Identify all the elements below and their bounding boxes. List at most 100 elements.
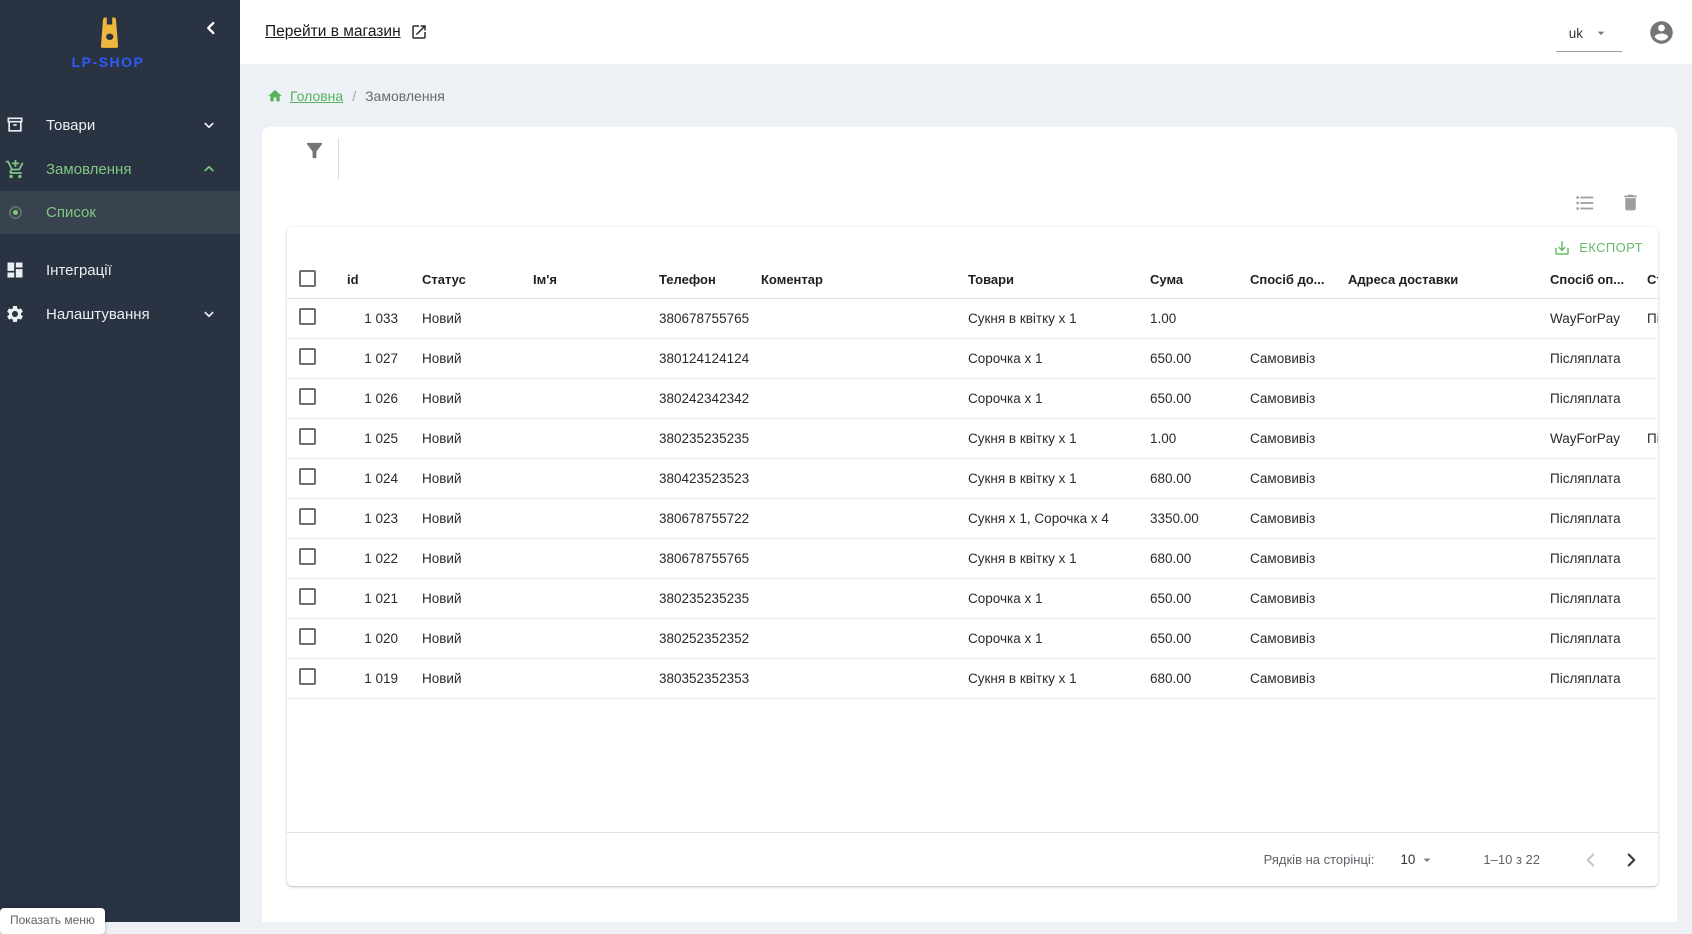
row-checkbox[interactable]: [299, 468, 316, 485]
rows-per-page-select[interactable]: 10: [1400, 852, 1435, 868]
table-row[interactable]: 1 021 Новий 380235235235 Сорочка x 1 650…: [287, 578, 1658, 618]
row-checkbox[interactable]: [299, 428, 316, 445]
next-page-button[interactable]: [1620, 849, 1642, 871]
cell-id: 1 020: [335, 618, 410, 658]
caret-down-icon: [1593, 25, 1609, 41]
topbar-right: uk: [1556, 0, 1692, 64]
cell-name: [521, 618, 647, 658]
cell-goods: Сукня в квітку x 1: [956, 658, 1138, 698]
cell-phone: 380678755765: [647, 538, 749, 578]
cell-goods: Сорочка x 1: [956, 618, 1138, 658]
cell-address: [1336, 618, 1538, 658]
table-row[interactable]: 1 026 Новий 380242342342 Сорочка x 1 650…: [287, 378, 1658, 418]
list-view-icon[interactable]: [1574, 192, 1596, 214]
user-avatar-button[interactable]: [1648, 19, 1675, 46]
cell-comment: [749, 498, 956, 538]
column-header-delivery[interactable]: Спосіб до...: [1238, 262, 1336, 298]
breadcrumb-home-label: Головна: [290, 88, 343, 104]
table-row[interactable]: 1 033 Новий 380678755765 Сукня в квітку …: [287, 298, 1658, 338]
filter-icon: [303, 139, 326, 162]
column-header-sum[interactable]: Сума: [1138, 262, 1238, 298]
cell-paystatus: Пі: [1635, 418, 1658, 458]
content-panel: ЕКСПОРТ id Статус Ім'я Телефон: [262, 127, 1677, 922]
dashboard-icon: [4, 260, 26, 280]
sidebar-item-products[interactable]: Товари: [0, 103, 240, 147]
cell-address: [1336, 578, 1538, 618]
cell-address: [1336, 498, 1538, 538]
cell-phone: 380235235235: [647, 578, 749, 618]
cell-address: [1336, 658, 1538, 698]
column-header-status[interactable]: Статус: [410, 262, 521, 298]
breadcrumb-current: Замовлення: [365, 88, 445, 104]
row-select-cell: [287, 578, 335, 618]
row-checkbox[interactable]: [299, 588, 316, 605]
cell-id: 1 033: [335, 298, 410, 338]
cell-address: [1336, 298, 1538, 338]
row-checkbox[interactable]: [299, 348, 316, 365]
cell-sum: 680.00: [1138, 538, 1238, 578]
row-checkbox[interactable]: [299, 668, 316, 685]
row-checkbox[interactable]: [299, 508, 316, 525]
language-select[interactable]: uk: [1556, 20, 1622, 52]
cell-status: Новий: [410, 658, 521, 698]
cell-status: Новий: [410, 498, 521, 538]
table-row[interactable]: 1 027 Новий 380124124124 Сорочка x 1 650…: [287, 338, 1658, 378]
column-header-id[interactable]: id: [335, 262, 410, 298]
chevron-down-icon: [200, 305, 218, 323]
previous-page-button[interactable]: [1580, 849, 1602, 871]
cell-sum: 650.00: [1138, 338, 1238, 378]
cell-paystatus: [1635, 618, 1658, 658]
shop-bag-logo-icon: [96, 16, 123, 50]
sidebar-item-label: Інтеграції: [46, 262, 240, 279]
cell-paystatus: Пі: [1635, 298, 1658, 338]
radio-dot-icon: [4, 205, 26, 220]
sidebar-item-settings[interactable]: Налаштування: [0, 292, 240, 336]
logo-text: LP-SHOP: [0, 54, 216, 70]
row-checkbox[interactable]: [299, 628, 316, 645]
column-header-payment[interactable]: Спосіб оп...: [1538, 262, 1635, 298]
column-header-goods[interactable]: Товари: [956, 262, 1138, 298]
language-value: uk: [1569, 26, 1583, 41]
download-icon: [1553, 239, 1571, 257]
cell-name: [521, 338, 647, 378]
column-header-comment[interactable]: Коментар: [749, 262, 956, 298]
cell-sum: 680.00: [1138, 658, 1238, 698]
table-row[interactable]: 1 022 Новий 380678755765 Сукня в квітку …: [287, 538, 1658, 578]
breadcrumb-home-link[interactable]: Головна: [267, 88, 343, 104]
cell-goods: Сукня в квітку x 1: [956, 418, 1138, 458]
sidebar-item-orders[interactable]: Замовлення: [0, 147, 240, 191]
column-header-name[interactable]: Ім'я: [521, 262, 647, 298]
cell-status: Новий: [410, 578, 521, 618]
table-row[interactable]: 1 023 Новий 380678755722 Сукня x 1, Соро…: [287, 498, 1658, 538]
column-header-paystatus[interactable]: Ст: [1635, 262, 1658, 298]
table-row[interactable]: 1 024 Новий 380423523523 Сукня в квітку …: [287, 458, 1658, 498]
table-row[interactable]: 1 025 Новий 380235235235 Сукня в квітку …: [287, 418, 1658, 458]
trash-icon[interactable]: [1620, 192, 1641, 214]
cell-id: 1 022: [335, 538, 410, 578]
pagination-bar: Рядків на сторінці: 10 1–10 з 22: [287, 832, 1658, 886]
table-row[interactable]: 1 019 Новий 380352352353 Сукня в квітку …: [287, 658, 1658, 698]
column-header-phone[interactable]: Телефон: [647, 262, 749, 298]
sidebar-item-integrations[interactable]: Інтеграції: [0, 248, 240, 292]
row-checkbox[interactable]: [299, 388, 316, 405]
table-row[interactable]: 1 020 Новий 380252352352 Сорочка x 1 650…: [287, 618, 1658, 658]
row-checkbox[interactable]: [299, 308, 316, 325]
go-to-store-link[interactable]: Перейти в магазин: [265, 23, 428, 41]
sidebar-collapse-button[interactable]: [200, 16, 222, 40]
cell-goods: Сукня в квітку x 1: [956, 298, 1138, 338]
cell-paystatus: [1635, 658, 1658, 698]
orders-table-body: 1 033 Новий 380678755765 Сукня в квітку …: [287, 298, 1658, 698]
row-select-cell: [287, 338, 335, 378]
sidebar-item-orders-list[interactable]: Список: [0, 191, 240, 234]
sidebar-item-label: Замовлення: [46, 161, 200, 178]
cell-delivery: Самовивіз: [1238, 658, 1336, 698]
filter-button[interactable]: [303, 139, 326, 162]
column-header-address[interactable]: Адреса доставки: [1336, 262, 1538, 298]
breadcrumb-separator: /: [352, 88, 356, 104]
cell-sum: 650.00: [1138, 618, 1238, 658]
row-checkbox[interactable]: [299, 548, 316, 565]
export-button[interactable]: ЕКСПОРТ: [1547, 235, 1649, 261]
row-select-cell: [287, 418, 335, 458]
select-all-checkbox[interactable]: [299, 270, 316, 287]
orders-table: id Статус Ім'я Телефон Коментар Товари С…: [287, 262, 1658, 699]
